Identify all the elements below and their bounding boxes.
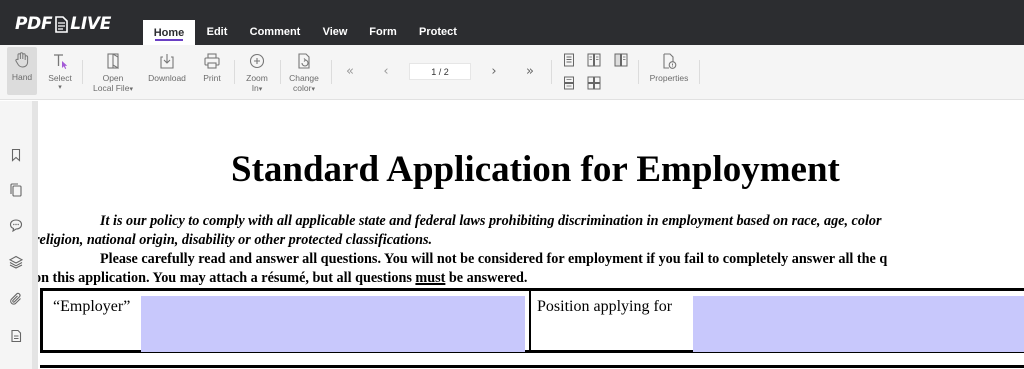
next-table-border: [40, 365, 1024, 368]
zoom-caret: ▾: [258, 86, 263, 93]
app-logo: PDF LIVE: [15, 13, 111, 35]
select-label: Select: [48, 73, 72, 83]
tab-protect[interactable]: Protect: [412, 20, 464, 44]
toolbar: Hand Select ▾ Open Local File▾ Download …: [0, 45, 1024, 100]
select-caret: ▾: [58, 84, 62, 91]
zoom-in-icon: [249, 53, 265, 69]
toolbar-separator: [82, 60, 83, 84]
toolbar-separator: [638, 60, 639, 84]
instructions-emphasis: must: [415, 270, 446, 286]
toolbar-separator: [699, 60, 700, 84]
attachments-icon[interactable]: [9, 292, 23, 306]
policy-text-line-1: It is our policy to comply with all appl…: [100, 213, 882, 229]
tab-form[interactable]: Form: [363, 20, 403, 44]
tab-view[interactable]: View: [315, 20, 355, 44]
document-title: Standard Application for Employment: [231, 149, 840, 190]
policy-text-line-2: religion, national origin, disability or…: [38, 232, 433, 248]
last-page-button[interactable]: »: [523, 63, 537, 79]
tab-edit[interactable]: Edit: [200, 20, 234, 44]
page-number-value: 1 / 2: [431, 66, 449, 77]
text-select-icon: [54, 54, 68, 69]
left-sidebar: [0, 101, 32, 369]
color-label-1: Change: [289, 73, 319, 83]
change-color-button[interactable]: Change color▾: [284, 48, 324, 95]
two-page-view-icon[interactable]: [587, 53, 601, 67]
tab-comment[interactable]: Comment: [243, 20, 307, 44]
table-cell-divider: [529, 291, 531, 350]
chevron-left-icon: ‹: [383, 63, 389, 79]
hand-icon: [15, 52, 29, 68]
download-label: Download: [148, 73, 186, 83]
instructions-text-part-1: on this application. You may attach a ré…: [38, 270, 416, 286]
zoom-label-2: In: [251, 83, 259, 93]
double-chevron-left-icon: «: [346, 63, 354, 79]
document-page: Standard Application for Employment It i…: [38, 101, 1024, 369]
instructions-text-line-2: on this application. You may attach a ré…: [38, 270, 527, 287]
print-button[interactable]: Print: [197, 48, 227, 83]
layers-icon[interactable]: [9, 255, 23, 269]
open-local-file-button[interactable]: Open Local File▾: [88, 48, 138, 95]
employer-label: “Employer”: [53, 298, 131, 315]
toolbar-separator: [280, 60, 281, 84]
active-tab-underline: [155, 39, 183, 41]
logo-text-pdf: PDF: [15, 14, 53, 34]
zoom-label-row: In▾: [252, 83, 263, 95]
download-button[interactable]: Download: [144, 48, 190, 83]
tab-home-label: Home: [153, 26, 185, 39]
properties-label: Properties: [649, 73, 689, 83]
document-properties-icon: [663, 53, 677, 69]
book-view-icon[interactable]: [614, 53, 628, 67]
continuous-view-icon[interactable]: [562, 76, 576, 90]
tab-home[interactable]: Home: [143, 20, 195, 45]
toolbar-separator: [331, 60, 332, 84]
change-color-icon: [298, 53, 310, 69]
double-chevron-right-icon: »: [526, 63, 534, 79]
employer-position-table: “Employer” Position applying for: [40, 288, 1024, 353]
color-label-2: color: [293, 83, 312, 93]
tab-view-label: View: [322, 26, 348, 38]
zoom-label-1: Zoom: [246, 73, 268, 83]
tab-protect-label: Protect: [419, 26, 457, 38]
color-label-row: color▾: [293, 83, 315, 95]
bookmark-icon[interactable]: [9, 148, 23, 162]
download-icon: [160, 54, 174, 69]
form-fields-icon[interactable]: [9, 329, 23, 343]
chevron-right-icon: ›: [491, 63, 497, 79]
instructions-text-line-1: Please carefully read and answer all que…: [100, 251, 888, 267]
single-page-view-icon[interactable]: [562, 53, 576, 67]
tab-comment-label: Comment: [249, 26, 301, 38]
continuous-two-page-view-icon[interactable]: [587, 76, 601, 90]
toolbar-separator: [551, 60, 552, 84]
tab-edit-label: Edit: [206, 26, 228, 38]
hand-tool-button[interactable]: Hand: [7, 47, 37, 95]
employer-field[interactable]: [141, 296, 525, 352]
open-file-icon: [107, 53, 119, 69]
select-tool-button[interactable]: Select ▾: [44, 48, 76, 93]
print-label: Print: [203, 73, 221, 83]
page-number-input[interactable]: 1 / 2: [409, 63, 471, 80]
hand-label: Hand: [11, 72, 33, 82]
pages-icon[interactable]: [9, 183, 23, 197]
open-label-1: Open: [102, 73, 124, 83]
properties-button[interactable]: Properties: [646, 48, 692, 83]
logo-document-icon: [54, 15, 69, 33]
toolbar-separator: [234, 60, 235, 84]
open-label-row: Local File▾: [93, 83, 133, 95]
position-applying-field[interactable]: [693, 296, 1024, 352]
position-label: Position applying for: [537, 298, 673, 315]
tab-form-label: Form: [369, 26, 397, 38]
top-menu-bar: PDF LIVE Home Edit Comment View Form Pro…: [0, 0, 1024, 45]
color-caret: ▾: [311, 86, 315, 93]
instructions-text-part-3: be answered.: [445, 270, 528, 286]
first-page-button[interactable]: «: [343, 63, 357, 79]
zoom-in-button[interactable]: Zoom In▾: [240, 48, 274, 95]
comments-icon[interactable]: [9, 218, 23, 232]
logo-text-live: LIVE: [70, 14, 112, 34]
next-page-button[interactable]: ›: [487, 63, 501, 79]
open-label-2: Local File: [93, 83, 130, 93]
printer-icon: [204, 53, 220, 69]
previous-page-button[interactable]: ‹: [379, 63, 393, 79]
open-caret: ▾: [129, 86, 133, 93]
